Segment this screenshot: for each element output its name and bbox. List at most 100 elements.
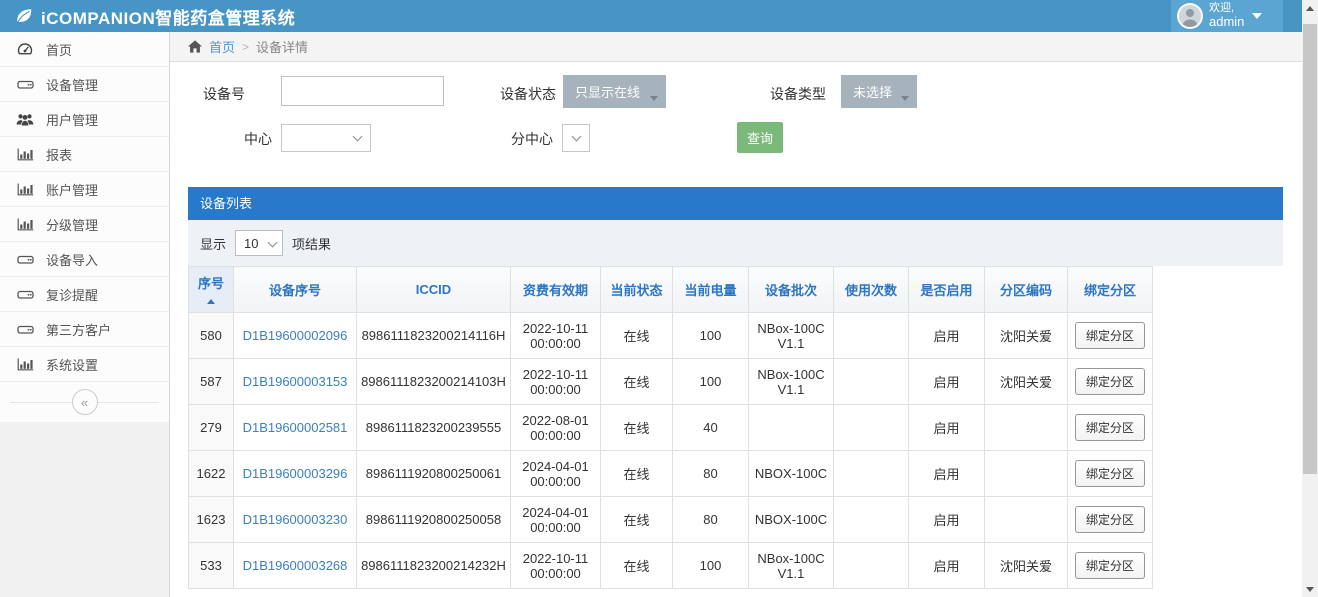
cell-batch: NBox-100C V1.1 (749, 313, 834, 359)
cell-seq: 279 (189, 405, 234, 451)
app-title: iCOMPANION智能药盒管理系统 (41, 4, 295, 29)
sidebar-item-9[interactable]: 第三方客户 (0, 312, 169, 347)
sidebar-menu: 首页设备管理用户管理报表账户管理分级管理设备导入复诊提醒第三方客户系统设置 (0, 32, 169, 382)
cell-usage (834, 359, 909, 405)
cell-partition: 沈阳关爱 (985, 359, 1068, 405)
table-row: 279 D1B19600002581 89861118232002395552022… (189, 405, 1153, 451)
cell-partition (985, 497, 1068, 543)
cell-iccid: 8986111823200239555 (357, 405, 511, 451)
chevron-down-icon (353, 132, 363, 142)
column-header[interactable]: 设备序号 (234, 267, 357, 313)
cell-serial: D1B19600003153 (234, 359, 357, 405)
cell-battery: 100 (673, 359, 749, 405)
cell-usage (834, 497, 909, 543)
cell-batch: NBox-100C V1.1 (749, 359, 834, 405)
device-no-input[interactable] (281, 76, 444, 106)
device-serial-link[interactable]: D1B19600003153 (243, 374, 348, 389)
device-serial-link[interactable]: D1B19600003230 (243, 512, 348, 527)
column-header[interactable]: 使用次数 (834, 267, 909, 313)
scroll-down-icon[interactable] (1302, 581, 1318, 597)
scrollbar-thumb[interactable] (1303, 24, 1317, 474)
sidebar-item-3[interactable]: 用户管理 (0, 102, 169, 137)
column-header[interactable]: 分区编码 (985, 267, 1068, 313)
device-serial-link[interactable]: D1B19600002581 (243, 420, 348, 435)
cell-seq: 1623 (189, 497, 234, 543)
cell-valid: 2022-10-11 00:00:00 (511, 359, 601, 405)
cell-batch (749, 405, 834, 451)
cell-usage (834, 313, 909, 359)
bind-partition-button[interactable]: 绑定分区 (1075, 552, 1145, 579)
column-header[interactable]: ICCID (357, 267, 511, 313)
cell-seq: 1622 (189, 451, 234, 497)
bar-chart-icon (16, 358, 34, 371)
center-label: 中心 (214, 129, 272, 149)
sidebar-item-1[interactable]: 首页 (0, 32, 169, 67)
cell-status: 在线 (601, 451, 673, 497)
column-header[interactable]: 是否启用 (909, 267, 985, 313)
subcenter-label: 分中心 (495, 129, 553, 149)
cell-batch: NBOX-100C (749, 497, 834, 543)
column-header[interactable]: 序号 (189, 267, 234, 313)
bind-partition-button[interactable]: 绑定分区 (1075, 322, 1145, 349)
bind-partition-button[interactable]: 绑定分区 (1075, 506, 1145, 533)
bind-partition-button[interactable]: 绑定分区 (1075, 460, 1145, 487)
cell-serial: D1B19600002096 (234, 313, 357, 359)
sidebar-item-7[interactable]: 设备导入 (0, 242, 169, 277)
vertical-scrollbar[interactable] (1302, 0, 1318, 597)
bind-partition-button[interactable]: 绑定分区 (1075, 368, 1145, 395)
cell-enabled: 启用 (909, 313, 985, 359)
column-header[interactable]: 当前电量 (673, 267, 749, 313)
bind-partition-button[interactable]: 绑定分区 (1075, 414, 1145, 441)
sidebar-item-label: 系统设置 (46, 355, 98, 374)
page-size-select[interactable]: 10 (235, 230, 283, 256)
table-length-bar: 显示 10 项结果 (188, 220, 1283, 266)
column-header[interactable]: 当前状态 (601, 267, 673, 313)
column-header[interactable]: 设备批次 (749, 267, 834, 313)
cell-iccid: 8986111920800250061 (357, 451, 511, 497)
device-type-dropdown[interactable]: 未选择 (841, 75, 917, 108)
cell-usage (834, 543, 909, 589)
center-select[interactable] (281, 124, 371, 152)
cell-valid: 2022-10-11 00:00:00 (511, 543, 601, 589)
sidebar-item-10[interactable]: 系统设置 (0, 347, 169, 382)
subcenter-select[interactable] (562, 124, 590, 152)
breadcrumb-home-link[interactable]: 首页 (209, 37, 235, 56)
sort-ascending-icon (207, 299, 215, 304)
device-serial-link[interactable]: D1B19600003268 (243, 558, 348, 573)
cell-partition: 沈阳关爱 (985, 313, 1068, 359)
hdd-icon (16, 253, 34, 266)
device-serial-link[interactable]: D1B19600002096 (243, 328, 348, 343)
sidebar-item-4[interactable]: 报表 (0, 137, 169, 172)
cell-iccid: 8986111920800250058 (357, 497, 511, 543)
table-row: 533 D1B19600003268 8986111823200214232H202… (189, 543, 1153, 589)
column-header[interactable]: 绑定分区 (1068, 267, 1153, 313)
device-status-label: 设备状态 (498, 84, 556, 104)
device-serial-link[interactable]: D1B19600003296 (243, 466, 348, 481)
cell-status: 在线 (601, 497, 673, 543)
cell-iccid: 8986111823200214232H (357, 543, 511, 589)
search-button[interactable]: 查询 (737, 122, 783, 153)
cell-serial: D1B19600003296 (234, 451, 357, 497)
cell-seq: 533 (189, 543, 234, 589)
sidebar-collapse-button[interactable]: « (72, 389, 98, 415)
column-header[interactable]: 资费有效期 (511, 267, 601, 313)
cell-batch: NBox-100C V1.1 (749, 543, 834, 589)
cell-enabled: 启用 (909, 543, 985, 589)
scroll-up-icon[interactable] (1302, 0, 1318, 16)
sidebar-item-8[interactable]: 复诊提醒 (0, 277, 169, 312)
cell-valid: 2022-08-01 00:00:00 (511, 405, 601, 451)
device-status-dropdown[interactable]: 只显示在线 (563, 75, 666, 108)
sidebar-item-5[interactable]: 账户管理 (0, 172, 169, 207)
bar-chart-icon (16, 148, 34, 161)
cell-iccid: 8986111823200214103H (357, 359, 511, 405)
cell-partition: 沈阳关爱 (985, 543, 1068, 589)
user-menu[interactable]: 欢迎, admin (1171, 0, 1283, 32)
chevron-down-icon (268, 238, 278, 248)
user-greeting: 欢迎, admin (1209, 2, 1244, 30)
cell-battery: 100 (673, 543, 749, 589)
table-row: 587D1B196000031538986111823200214103H202… (189, 359, 1153, 405)
user-caret-down-icon (1252, 13, 1262, 19)
sidebar-item-6[interactable]: 分级管理 (0, 207, 169, 242)
sidebar-item-label: 第三方客户 (46, 320, 111, 339)
sidebar-item-2[interactable]: 设备管理 (0, 67, 169, 102)
